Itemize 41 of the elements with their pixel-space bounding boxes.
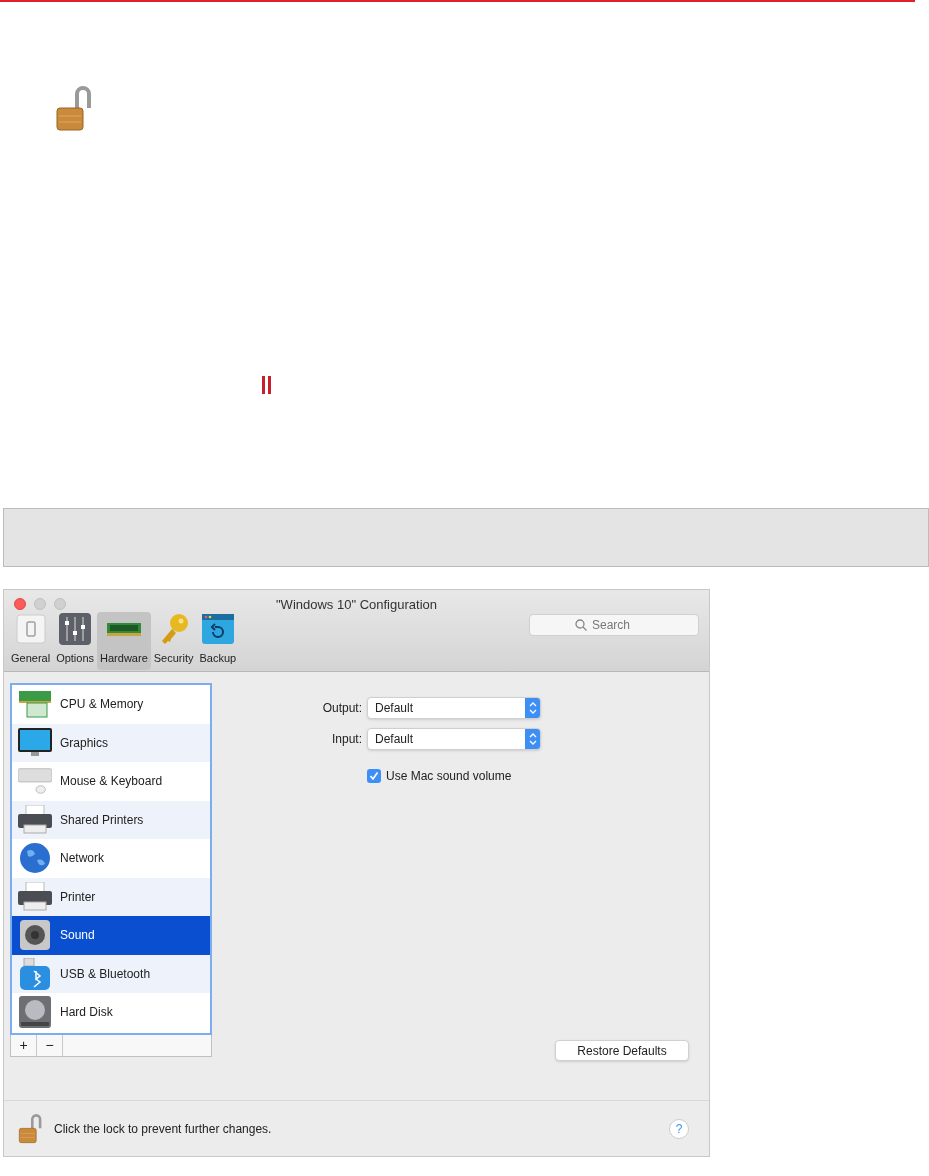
hardware-list-item[interactable]: Shared Printers [12, 800, 210, 839]
toolbar-tab[interactable]: Hardware [97, 612, 151, 670]
printer-icon [18, 881, 52, 912]
popup-select[interactable]: Default [367, 728, 541, 750]
hardware-list-item[interactable]: USB & Bluetooth [12, 954, 210, 993]
checkbox[interactable] [367, 769, 381, 783]
keyboard-mouse-icon [18, 766, 52, 797]
restore-defaults-button[interactable]: Restore Defaults [555, 1040, 689, 1061]
remove-button[interactable]: − [37, 1035, 63, 1056]
hardware-list-item[interactable]: Sound [12, 916, 210, 955]
checkbox-label: Use Mac sound volume [386, 768, 512, 785]
memory-chip-icon [19, 689, 51, 720]
unlocked-padlock-icon [18, 1113, 44, 1144]
hardware-list-item[interactable]: Printer [12, 877, 210, 916]
chevrons-icon [528, 702, 537, 714]
window-title: "Windows 10" Configuration [276, 597, 437, 612]
switch-icon [15, 613, 46, 644]
lock-hint: Click the lock to prevent further changes. [54, 1120, 273, 1138]
hardware-list-item[interactable]: Graphics [12, 723, 210, 762]
sliders-icon [59, 612, 92, 645]
globe-icon [19, 842, 51, 875]
printer-icon [18, 804, 52, 835]
checkmark-icon [369, 771, 379, 781]
field-label: Input: [330, 731, 362, 748]
toolbar-tab[interactable]: Security [150, 612, 197, 670]
search-icon [575, 619, 587, 631]
monitor-icon [18, 727, 52, 758]
chevrons-icon [528, 733, 537, 745]
usb-bluetooth-icon [20, 957, 50, 990]
search-field[interactable]: Search [529, 614, 699, 636]
memory-module-icon [106, 621, 141, 636]
toolbar-tab[interactable]: General [8, 612, 54, 670]
speaker-icon [20, 920, 50, 951]
popup-select[interactable]: Default [367, 697, 541, 719]
field-label: Output: [321, 700, 362, 717]
pause-icon [262, 376, 272, 394]
backup-icon [201, 613, 234, 644]
close-button[interactable] [14, 598, 26, 610]
toolbar-tab[interactable]: Options [53, 612, 98, 670]
add-button[interactable]: + [11, 1035, 37, 1056]
toolbar-tab[interactable]: Backup [196, 612, 240, 670]
